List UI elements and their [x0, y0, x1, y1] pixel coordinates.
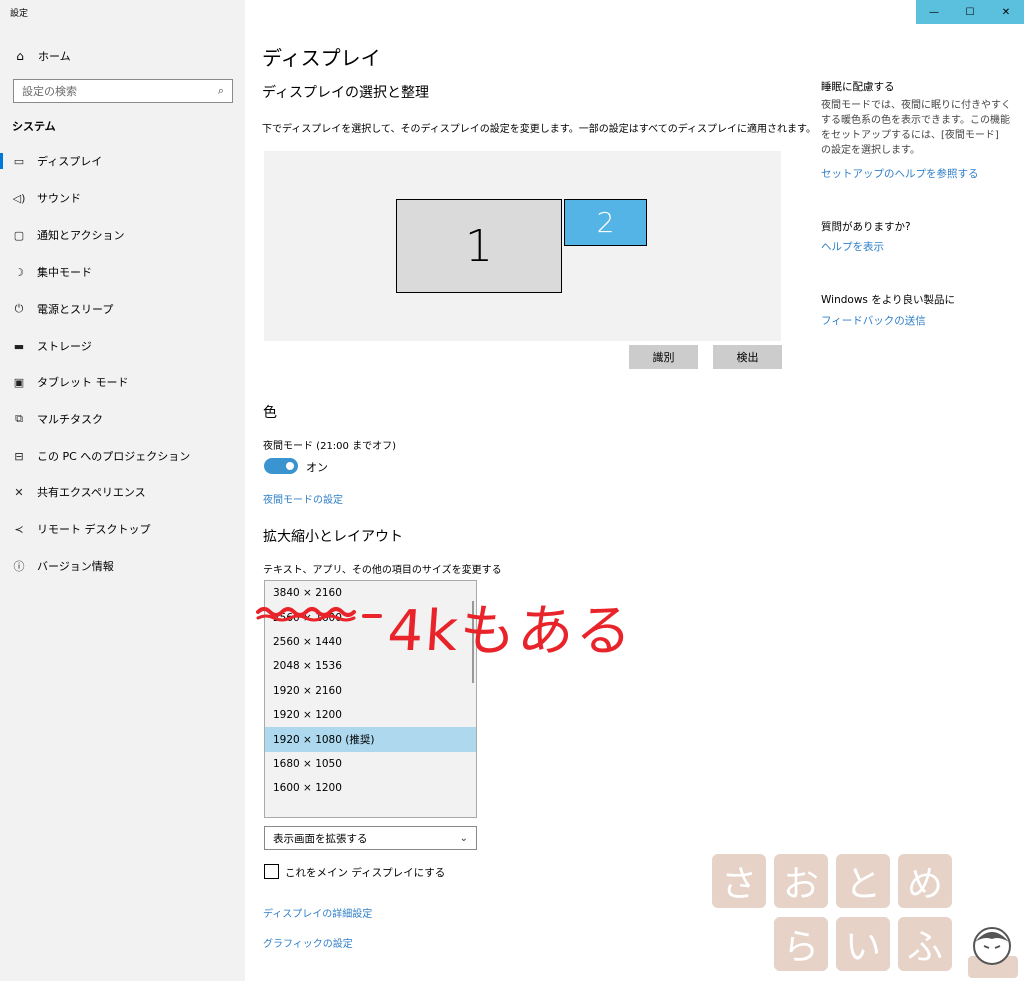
main-display-checkbox[interactable]: [264, 864, 279, 879]
toggle-state-label: オン: [306, 461, 328, 474]
sidebar-item-multitask[interactable]: ⧉ マルチタスク: [0, 405, 245, 433]
advanced-display-settings-link[interactable]: ディスプレイの詳細設定: [263, 905, 372, 920]
maximize-button[interactable]: ☐: [952, 0, 988, 24]
speaker-icon: ◁): [12, 191, 26, 205]
search-placeholder: 設定の検索: [22, 85, 77, 98]
setup-help-link[interactable]: セットアップのヘルプを参照する: [821, 166, 979, 181]
sidebar-item-shared[interactable]: ✕ 共有エクスペリエンス: [0, 478, 245, 506]
detect-button[interactable]: 検出: [713, 345, 782, 369]
display-arrangement-canvas: 1 2: [264, 151, 781, 341]
resolution-option[interactable]: 1920 × 2160: [265, 679, 476, 703]
watermark-char: ふ: [898, 917, 952, 971]
power-icon: ⏻: [14, 302, 24, 315]
sidebar-item-label: マルチタスク: [37, 413, 103, 426]
sidebar-item-storage[interactable]: ▬ ストレージ: [0, 332, 245, 360]
search-input[interactable]: 設定の検索 ⌕: [13, 79, 233, 103]
resolution-option[interactable]: 1920 × 1200: [265, 703, 476, 727]
question-title: 質問がありますか?: [821, 221, 911, 233]
main-display-checkbox-label: これをメイン ディスプレイにする: [285, 867, 446, 879]
sidebar-item-about[interactable]: ⓘ バージョン情報: [0, 552, 245, 580]
watermark-char: と: [836, 854, 890, 908]
projection-icon: ⊟: [14, 449, 24, 463]
arrange-section-title: ディスプレイの選択と整理: [262, 85, 430, 101]
sidebar-item-label: サウンド: [37, 192, 81, 205]
chevron-down-icon: ⌄: [459, 832, 468, 844]
sidebar-section-label: システム: [12, 120, 56, 133]
sidebar-item-label: この PC へのプロジェクション: [37, 450, 191, 463]
sidebar-item-tablet[interactable]: ▣ タブレット モード: [0, 368, 245, 396]
sidebar-item-label: 電源とスリープ: [37, 303, 114, 316]
close-button[interactable]: ✕: [988, 0, 1024, 24]
sidebar: 設定 ⌂ ホーム 設定の検索 ⌕ システム ▭ ディスプレイ ◁) サウンド ▢…: [0, 0, 245, 981]
watermark-char: い: [836, 917, 890, 971]
app-title: 設定: [10, 9, 29, 19]
color-section-title: 色: [263, 405, 277, 421]
sidebar-item-label: ストレージ: [37, 340, 92, 353]
search-icon: ⌕: [217, 84, 224, 97]
help-link[interactable]: ヘルプを表示: [821, 239, 884, 254]
notification-icon: ▢: [13, 228, 25, 242]
moon-icon: ☽: [14, 265, 24, 279]
sidebar-item-label: 通知とアクション: [37, 229, 125, 242]
feedback-link[interactable]: フィードバックの送信: [821, 313, 926, 328]
scale-description: テキスト、アプリ、その他の項目のサイズを変更する: [263, 565, 502, 576]
sidebar-item-label: バージョン情報: [37, 560, 114, 573]
night-light-toggle[interactable]: [264, 458, 298, 474]
resolution-option[interactable]: 1680 × 1050: [265, 752, 476, 776]
monitor-2[interactable]: 2: [564, 199, 647, 246]
windows-feedback-title: Windows をより良い製品に: [821, 294, 955, 306]
sidebar-item-label: リモート デスクトップ: [37, 523, 151, 536]
handwritten-annotation: 4kもある: [385, 599, 636, 664]
arrange-description: 下でディスプレイを選択して、そのディスプレイの設定を変更します。一部の設定はすべ…: [262, 124, 816, 135]
monitor-1[interactable]: 1: [396, 199, 562, 293]
night-light-label: 夜間モード (21:00 までオフ): [263, 441, 396, 452]
storage-icon: ▬: [13, 339, 25, 353]
sidebar-item-label: 共有エクスペリエンス: [37, 486, 146, 499]
sleep-title: 睡眠に配慮する: [821, 81, 895, 93]
sidebar-item-sound[interactable]: ◁) サウンド: [0, 184, 245, 212]
resolution-option-selected[interactable]: 1920 × 1080 (推奨): [265, 727, 476, 752]
minimize-button[interactable]: —: [916, 0, 952, 24]
multitask-icon: ⧉: [15, 412, 23, 425]
window-controls: — ☐ ✕: [916, 0, 1024, 24]
sidebar-item-label: 集中モード: [37, 266, 92, 279]
share-icon: ✕: [14, 485, 24, 499]
tablet-icon: ▣: [13, 375, 25, 389]
sidebar-item-label: タブレット モード: [37, 376, 129, 389]
multiple-displays-select[interactable]: 表示画面を拡張する ⌄: [264, 826, 477, 850]
watermark-char: ら: [774, 917, 828, 971]
monitor-icon: ▭: [13, 154, 25, 168]
sleep-description: 夜間モードでは、夜間に眠りに付きやすくする暖色系の色を表示できます。この機能をセ…: [821, 100, 1011, 156]
sidebar-home[interactable]: ⌂ ホーム: [12, 46, 71, 66]
home-icon: ⌂: [16, 49, 24, 63]
sidebar-item-focus[interactable]: ☽ 集中モード: [0, 258, 245, 286]
page-title: ディスプレイ: [262, 46, 381, 70]
sidebar-item-notifications[interactable]: ▢ 通知とアクション: [0, 221, 245, 249]
watermark-logo: さ お と め ら い ふ: [710, 852, 1024, 981]
resolution-option[interactable]: 1600 × 1200: [265, 776, 476, 800]
identify-button[interactable]: 識別: [629, 345, 698, 369]
remote-icon: ≺: [14, 522, 24, 536]
graphics-settings-link[interactable]: グラフィックの設定: [263, 935, 353, 950]
sidebar-item-projection[interactable]: ⊟ この PC へのプロジェクション: [0, 442, 245, 470]
night-light-settings-link[interactable]: 夜間モードの設定: [263, 491, 343, 506]
sidebar-item-power[interactable]: ⏻ 電源とスリープ: [0, 295, 245, 323]
watermark-char: め: [898, 854, 952, 908]
multiple-displays-value: 表示画面を拡張する: [273, 832, 368, 845]
watermark-char: お: [774, 854, 828, 908]
scale-section-title: 拡大縮小とレイアウト: [263, 529, 403, 545]
sidebar-item-label: ディスプレイ: [37, 155, 103, 168]
info-icon: ⓘ: [13, 560, 25, 573]
watermark-char: さ: [712, 854, 766, 908]
sidebar-home-label: ホーム: [38, 50, 71, 63]
sidebar-item-display[interactable]: ▭ ディスプレイ: [0, 147, 245, 175]
mascot-face-icon: [968, 927, 1018, 978]
sidebar-item-remote[interactable]: ≺ リモート デスクトップ: [0, 515, 245, 543]
